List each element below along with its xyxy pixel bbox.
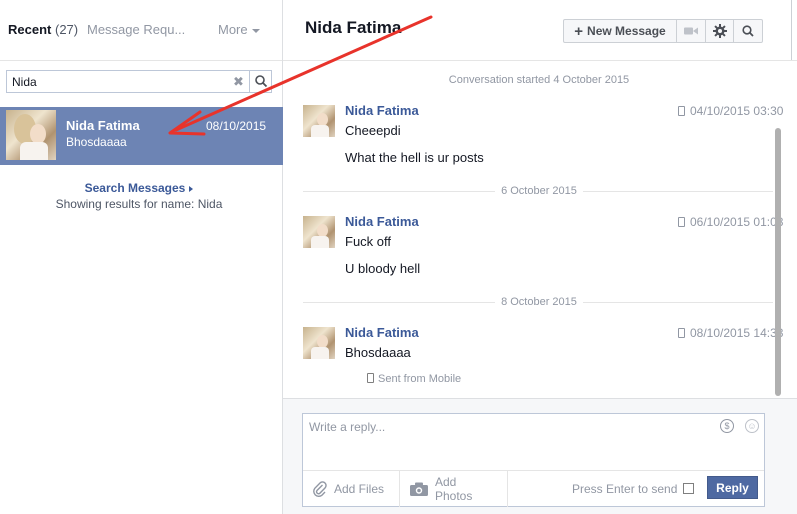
scrollbar-thumb[interactable] xyxy=(775,128,781,396)
tab-recent-count: (27) xyxy=(54,22,79,37)
composer-send-controls: Press Enter to send Reply xyxy=(303,470,764,506)
settings-button[interactable] xyxy=(706,20,734,42)
search-input[interactable] xyxy=(7,71,229,92)
date-divider: 8 October 2015 xyxy=(283,296,795,308)
composer: $ ☺ Add Files Add Photos xyxy=(302,413,765,507)
avatar[interactable] xyxy=(303,216,335,248)
search-messages-label: Search Messages xyxy=(84,181,186,195)
thread-snippet: Bhosdaaaa xyxy=(66,135,127,149)
tab-message-requests[interactable]: Message Requ... xyxy=(87,22,185,37)
gear-icon xyxy=(712,24,727,38)
search-results-text: Showing results for name: Nida xyxy=(55,197,223,211)
conversation-started-label: Conversation started 4 October 2015 xyxy=(448,74,630,86)
avatar xyxy=(6,110,56,160)
phone-icon xyxy=(678,328,685,338)
thread-item-nida-fatima[interactable]: Nida Fatima Bhosdaaaa 08/10/2015 xyxy=(0,107,283,165)
chevron-right-icon xyxy=(189,185,194,192)
avatar[interactable] xyxy=(303,105,335,137)
search-conversation-button[interactable] xyxy=(734,20,762,42)
search-icon xyxy=(255,75,268,88)
message-sender[interactable]: Nida Fatima xyxy=(345,103,419,118)
message-text: U bloody hell xyxy=(345,261,421,276)
new-message-button[interactable]: + New Message xyxy=(564,20,677,42)
date-divider: 6 October 2015 xyxy=(283,185,795,197)
thread-date: 08/10/2015 xyxy=(206,119,267,133)
search-icon xyxy=(742,25,754,37)
message-text: Bhosdaaaa xyxy=(345,345,411,360)
video-call-button[interactable] xyxy=(677,20,706,42)
new-message-label: New Message xyxy=(587,24,666,38)
clear-search-icon[interactable]: ✖ xyxy=(233,74,244,90)
chevron-down-icon xyxy=(251,28,260,33)
message-timestamp: 08/10/2015 14:33 xyxy=(678,326,783,340)
thread-list-panel: Recent (27) Message Requ... More ✖ Nida … xyxy=(0,0,283,514)
search-messages-link[interactable]: Search Messages xyxy=(0,181,278,195)
message-timestamp: 06/10/2015 01:08 xyxy=(678,215,783,229)
search-button[interactable] xyxy=(249,70,271,93)
emoji-icon[interactable]: ☺ xyxy=(745,419,759,433)
phone-icon xyxy=(678,106,685,116)
message-text: Cheeepdi xyxy=(345,123,401,138)
message-sender[interactable]: Nida Fatima xyxy=(345,214,419,229)
thread-name: Nida Fatima xyxy=(66,118,140,133)
sent-from-mobile: Sent from Mobile xyxy=(367,373,461,385)
mobile-phone-icon xyxy=(367,373,374,383)
conversation-toolbar: + New Message xyxy=(563,19,763,43)
plus-icon: + xyxy=(574,22,584,40)
tab-recent-label: Recent xyxy=(8,22,52,37)
message-text: What the hell is ur posts xyxy=(345,150,484,165)
avatar[interactable] xyxy=(303,327,335,359)
panel-edge xyxy=(791,0,797,60)
message-text: Fuck off xyxy=(345,234,392,249)
conversation-title: Nida Fatima xyxy=(305,18,402,37)
message-list: Conversation started 4 October 2015 Nida… xyxy=(283,62,783,398)
message-timestamp: 04/10/2015 03:30 xyxy=(678,104,783,118)
press-enter-checkbox[interactable] xyxy=(683,483,694,494)
message-sender[interactable]: Nida Fatima xyxy=(345,325,419,340)
conversation-header: Nida Fatima + New Message xyxy=(283,0,797,61)
conversation-panel: Nida Fatima + New Message Conversation s… xyxy=(283,0,797,514)
tab-more[interactable]: More xyxy=(218,22,260,37)
press-enter-label: Press Enter to send xyxy=(572,482,678,496)
composer-area: $ ☺ Add Files Add Photos xyxy=(283,398,797,514)
reply-input[interactable] xyxy=(303,414,703,464)
phone-icon xyxy=(678,217,685,227)
search-field: ✖ xyxy=(6,70,272,93)
tab-more-label: More xyxy=(218,22,248,37)
video-camera-icon xyxy=(684,27,698,35)
reply-button[interactable]: Reply xyxy=(707,476,758,499)
tab-recent[interactable]: Recent (27) xyxy=(8,22,78,37)
send-money-icon[interactable]: $ xyxy=(720,419,734,433)
thread-list-header: Recent (27) Message Requ... More xyxy=(0,0,282,61)
